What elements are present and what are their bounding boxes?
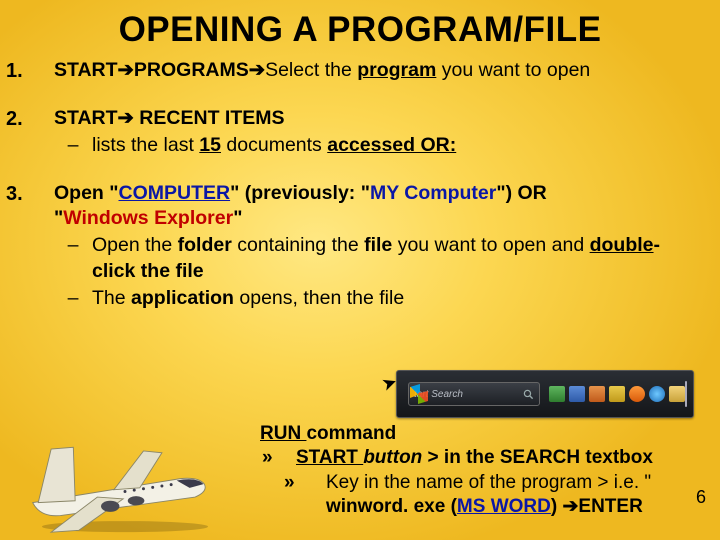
slide-content: 1. START➔PROGRAMS➔Select the program you… — [0, 50, 720, 311]
item-number: 1. — [6, 58, 54, 84]
cursor-icon: ➤ — [379, 371, 400, 396]
item-body: Open "COMPUTER" (previously: "MY Compute… — [54, 181, 698, 312]
slide-title: OPENING A PROGRAM/FILE — [0, 0, 720, 50]
firefox-icon — [629, 386, 645, 402]
powerpoint-icon — [589, 386, 605, 402]
item-3: 3. Open "COMPUTER" (previously: "MY Comp… — [6, 181, 698, 312]
item-number: 3. — [6, 181, 54, 312]
item-body: START➔PROGRAMS➔Select the program you wa… — [54, 58, 698, 84]
word-icon — [569, 386, 585, 402]
slide-number: 6 — [696, 487, 706, 508]
item-2: 2. START➔ RECENT ITEMS – lists the last … — [6, 106, 698, 159]
outlook-icon — [609, 386, 625, 402]
taskbar-icons — [549, 386, 685, 402]
item-body: START➔ RECENT ITEMS – lists the last 15 … — [54, 106, 698, 159]
folder-icon — [669, 386, 685, 402]
item-sub: – lists the last 15 documents accessed O… — [54, 133, 698, 158]
search-icon — [523, 389, 534, 400]
run-block: RUN command » START button > in the SEAR… — [260, 422, 690, 519]
ie-icon — [649, 386, 665, 402]
airplane-icon — [10, 414, 240, 534]
run-sub-2: » Key in the name of the program > i.e. … — [260, 471, 690, 520]
item-1: 1. START➔PROGRAMS➔Select the program you… — [6, 58, 698, 84]
taskbar-illustration: ➤ tart Search — [396, 370, 694, 418]
item-sub: – The application opens, then the file — [54, 286, 698, 311]
user-picture-icon — [685, 381, 687, 407]
item-number: 2. — [6, 106, 54, 159]
run-sub-1: » START button > in the SEARCH textbox — [260, 446, 690, 470]
item-sub: – Open the folder containing the file yo… — [54, 233, 698, 284]
excel-icon — [549, 386, 565, 402]
